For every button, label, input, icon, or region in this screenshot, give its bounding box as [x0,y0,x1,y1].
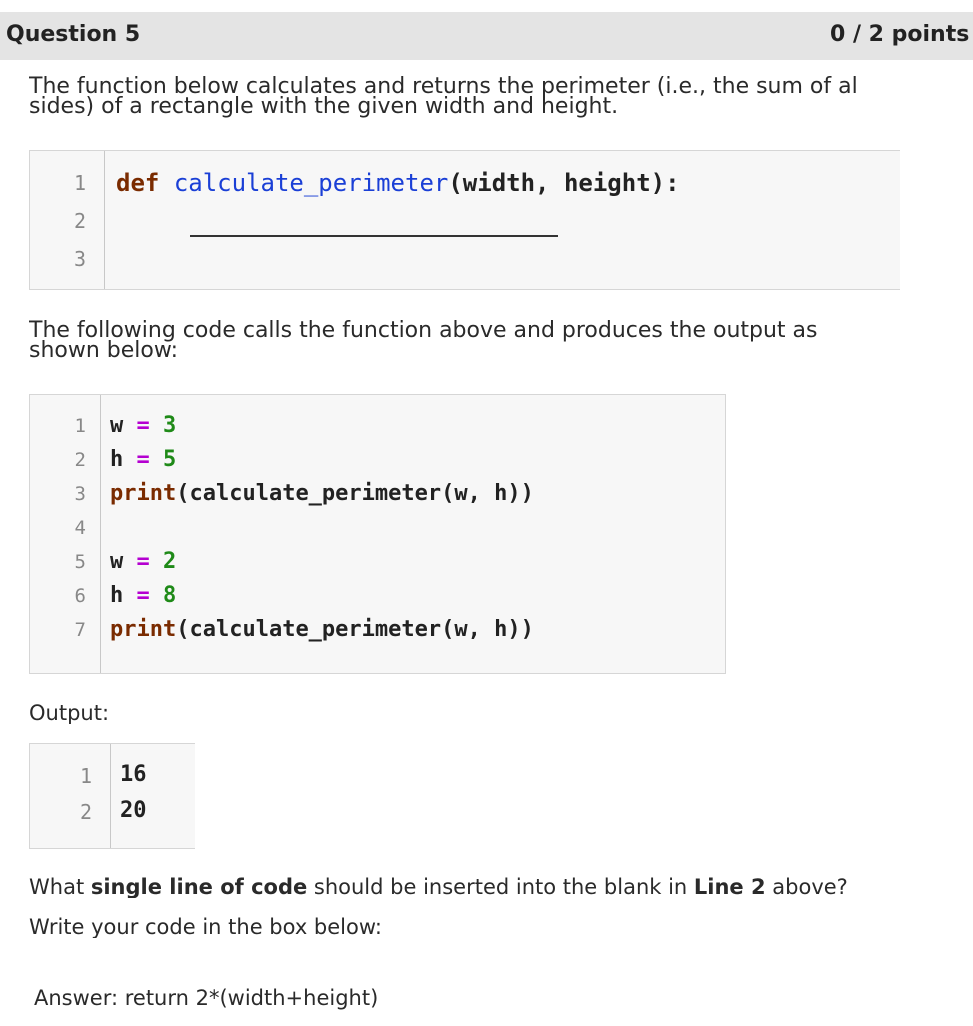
line-number: 2 [79,800,92,824]
blank-line [190,235,558,237]
print-builtin: print [110,617,177,642]
operator: = [136,549,150,574]
print-args: (calculate_perimeter(w, h)) [176,481,534,506]
question-line-2: Write your code in the box below: [29,916,382,938]
question-header: Question 5 0 / 2 points [0,12,973,60]
number: 2 [163,549,177,574]
operator: = [136,413,150,438]
code-line: w = 3 [110,413,176,438]
question-emphasis: single line of code [90,876,308,898]
intro-line-1: The function below calculates and return… [29,76,858,98]
question-text: should be inserted into the blank in [307,876,694,898]
number: 5 [163,447,177,472]
print-builtin: print [110,481,177,506]
question-title: Question 5 [6,22,141,47]
question-emphasis: Line 2 [693,876,766,898]
output-code-block: 1 2 16 20 [29,743,195,849]
question-text: above? [765,876,848,898]
line-number: 5 [74,551,86,573]
line-number: 2 [73,209,86,233]
answer-text: Answer: return 2*(width+height) [34,986,379,1010]
line-number: 6 [74,585,86,607]
intro-line-2: sides) of a rectangle with the given wid… [29,96,619,118]
number: 3 [163,413,177,438]
line-number: 7 [74,619,86,641]
question-points: 0 / 2 points [830,22,970,47]
var-h: h [110,583,124,608]
output-value: 16 [120,762,147,787]
calls-intro-line-2: shown below: [29,340,179,362]
question-line-1: What single line of code should be inser… [29,876,973,898]
line-number: 1 [79,764,92,788]
def-keyword: def [116,169,160,197]
var-w: w [110,549,124,574]
code-line: h = 8 [110,583,176,608]
line-number: 1 [73,171,86,195]
code-line: print(calculate_perimeter(w, h)) [110,617,534,642]
var-w: w [110,413,124,438]
print-args: (calculate_perimeter(w, h)) [176,617,534,642]
function-params: (width, height): [448,169,680,197]
code-line: def calculate_perimeter(width, height): [116,169,680,197]
line-number: 4 [74,517,86,539]
calls-code-block: 1 2 3 4 5 6 7 w = 3 h = 5 print(calculat… [29,394,726,674]
output-label: Output: [29,702,110,724]
line-number: 3 [74,483,86,505]
line-number: 2 [74,449,86,471]
code-line: h = 5 [110,447,176,472]
code-line: w = 2 [110,549,176,574]
function-name: calculate_perimeter [173,169,449,197]
line-number-gutter [30,744,111,848]
var-h: h [110,447,124,472]
line-number: 1 [74,415,86,437]
operator: = [136,447,150,472]
code-line: print(calculate_perimeter(w, h)) [110,481,534,506]
function-code-block: 1 2 3 def calculate_perimeter(width, hei… [29,150,900,290]
calls-intro-line-1: The following code calls the function ab… [29,320,818,342]
number: 8 [163,583,177,608]
line-number: 3 [73,247,86,271]
output-value: 20 [120,798,147,823]
question-text: What [29,876,91,898]
operator: = [136,583,150,608]
